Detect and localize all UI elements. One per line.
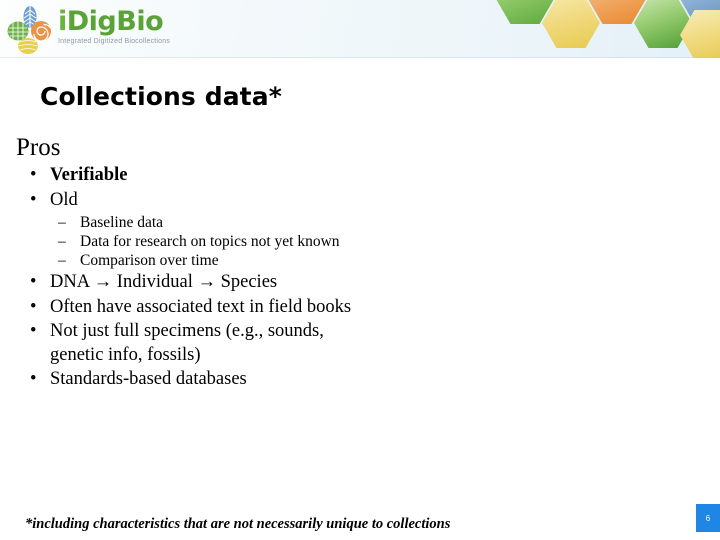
- idigbio-wordmark: iDigBio: [58, 7, 183, 37]
- sub-list-item: – Comparison over time: [50, 251, 356, 270]
- section-heading-pros: Pros: [16, 134, 61, 161]
- slide-footnote: *including characteristics that are not …: [25, 516, 451, 532]
- bullet-text: Old: [50, 189, 78, 210]
- pros-sub-bullet-list: – Baseline data – Data for research on t…: [50, 213, 356, 270]
- wordmark-dig: Dig: [66, 6, 117, 37]
- bullet-marker-icon: •: [30, 165, 37, 185]
- wordmark-i: i: [58, 6, 67, 37]
- sub-list-item: – Data for research on topics not yet kn…: [50, 232, 356, 251]
- wordmark-bio: Bio: [116, 6, 164, 37]
- idigbio-logo[interactable]: iDigBio Integrated Digitized Biocollecti…: [6, 4, 181, 56]
- dash-marker-icon: –: [58, 214, 66, 231]
- dash-marker-icon: –: [58, 233, 66, 250]
- bullet-text: DNA → Individual → Species: [50, 272, 278, 292]
- sub-bullet-text: Data for research on topics not yet know…: [80, 233, 340, 250]
- page-title: Collections data*: [40, 82, 282, 111]
- idigbio-logo-text: iDigBio Integrated Digitized Biocollecti…: [58, 7, 183, 46]
- list-item: • DNA → Individual → Species: [16, 271, 356, 295]
- list-item: • Old – Baseline data – Data for researc…: [16, 189, 356, 271]
- list-item: • Often have associated text in field bo…: [16, 296, 356, 320]
- slide-header-band: iDigBio Integrated Digitized Biocollecti…: [0, 0, 720, 58]
- slide-body: Pros • Verifiable • Old – Baseline data …: [16, 133, 356, 393]
- dash-marker-icon: –: [58, 252, 66, 269]
- list-item: • Verifiable: [16, 164, 356, 188]
- pros-bullet-list: • Verifiable • Old – Baseline data – Dat…: [16, 164, 356, 392]
- slide-canvas: iDigBio Integrated Digitized Biocollecti…: [0, 0, 720, 540]
- list-item: • Standards-based databases: [16, 368, 356, 392]
- list-item: • Not just full specimens (e.g., sounds,…: [16, 320, 356, 367]
- idigbio-tagline: Integrated Digitized Biocollections: [58, 38, 171, 45]
- bullet-text: Not just full specimens (e.g., sounds, g…: [50, 321, 324, 365]
- bullet-marker-icon: •: [30, 369, 37, 389]
- sub-bullet-text: Baseline data: [80, 214, 164, 231]
- bullet-marker-icon: •: [30, 272, 37, 292]
- page-number-badge: 6: [696, 504, 720, 532]
- bullet-marker-icon: •: [30, 296, 37, 317]
- bullet-marker-icon: •: [30, 189, 37, 210]
- hex-green-2: [634, 0, 692, 48]
- sub-list-item: – Baseline data: [50, 213, 356, 232]
- hex-yellow-1: [542, 0, 600, 48]
- bullet-text: Often have associated text in field book…: [50, 296, 352, 317]
- bullet-text: Verifiable: [50, 165, 128, 185]
- idigbio-logo-mark-icon: [7, 6, 54, 54]
- bullet-text: Standards-based databases: [50, 369, 247, 389]
- sub-bullet-text: Comparison over time: [80, 252, 219, 269]
- bullet-marker-icon: •: [30, 321, 37, 341]
